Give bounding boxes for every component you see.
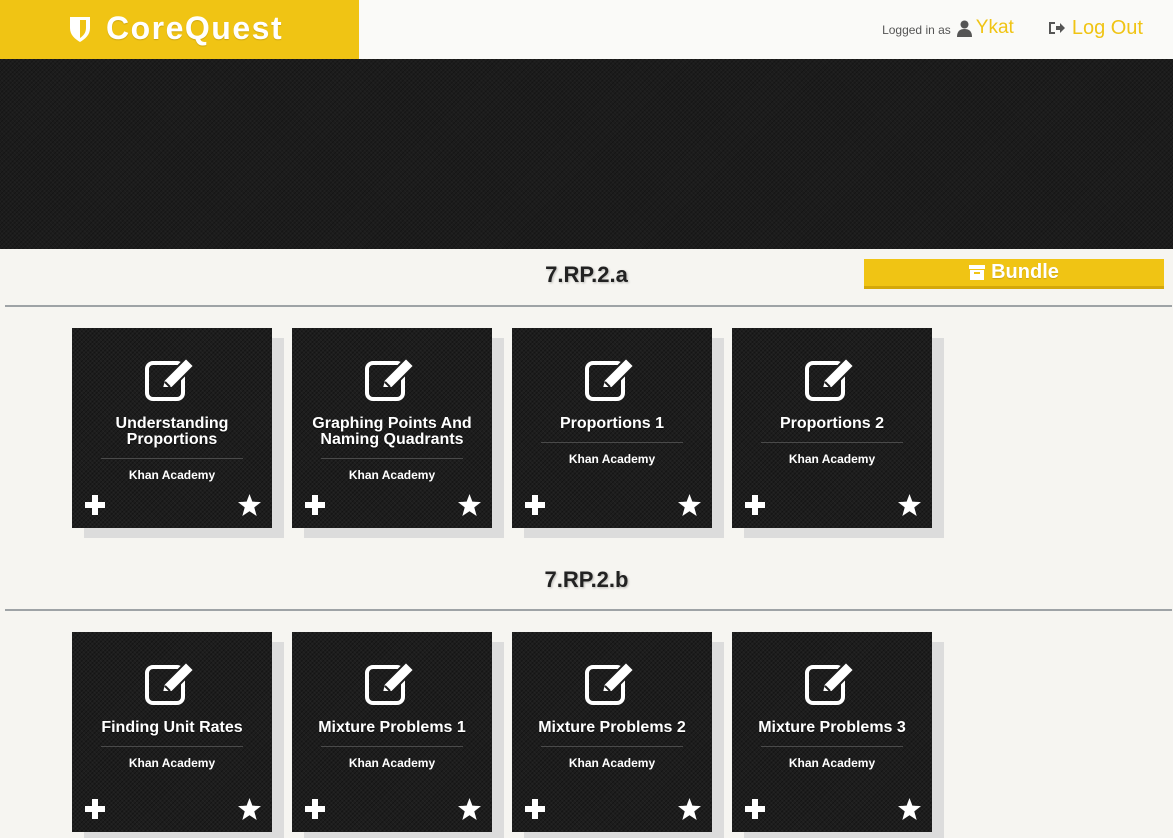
star-icon[interactable] [238,494,261,516]
card-divider [321,458,463,459]
bundle-label: Bundle [991,261,1059,283]
star-icon[interactable] [678,494,701,516]
star-icon[interactable] [458,798,481,820]
card-divider [761,746,903,747]
card-divider [101,746,243,747]
app-title: CoreQuest [106,10,284,46]
section-divider [5,609,1172,611]
card-title: Mixture Problems 1 [318,719,466,736]
edit-icon [365,356,416,401]
card-divider [321,746,463,747]
card-title: Proportions 2 [779,415,884,432]
card-source: Khan Academy [128,756,216,770]
plus-icon[interactable] [305,799,325,819]
logged-in-label: Logged in as [882,23,951,37]
resource-card[interactable]: Finding Unit Rates Khan Academy [72,632,272,832]
edit-icon [585,356,636,401]
shield-icon [70,17,90,42]
edit-icon [365,660,416,705]
card-title: Graphing Points And Naming Quadrants [312,415,472,448]
plus-icon[interactable] [745,495,765,515]
edit-icon [805,356,856,401]
card-grid-7rp2a: Understanding Proportions Khan Academy G… [72,328,932,528]
plus-icon[interactable] [745,799,765,819]
star-icon[interactable] [238,798,261,820]
resource-card[interactable]: Proportions 1 Khan Academy [512,328,712,528]
resource-card[interactable]: Graphing Points And Naming Quadrants Kha… [292,328,492,528]
card-title: Proportions 1 [559,415,664,432]
user-icon [956,20,972,37]
card-title: Finding Unit Rates [101,719,243,736]
card-title: Understanding Proportions [115,415,229,448]
username-link[interactable]: Ykat [976,17,1014,39]
resource-card[interactable]: Mixture Problems 2 Khan Academy [512,632,712,832]
logout-icon [1048,22,1065,34]
card-source: Khan Academy [348,756,436,770]
top-navbar: CoreQuest Logged in as Ykat Log Out [0,0,1173,59]
hero-banner [0,59,1173,249]
card-source: Khan Academy [128,468,216,482]
card-divider [541,746,683,747]
card-grid-7rp2b: Finding Unit Rates Khan Academy Mixture … [72,632,932,832]
logout-link[interactable]: Log Out [1072,17,1143,40]
card-source: Khan Academy [788,452,876,466]
archive-icon [969,265,986,280]
plus-icon[interactable] [85,495,105,515]
star-icon[interactable] [678,798,701,820]
plus-icon[interactable] [525,799,545,819]
edit-icon [145,660,196,705]
card-title: Mixture Problems 2 [538,719,686,736]
resource-card[interactable]: Proportions 2 Khan Academy [732,328,932,528]
card-divider [541,442,683,443]
section-divider [5,305,1172,307]
card-source: Khan Academy [788,756,876,770]
card-divider [101,458,243,459]
resource-card[interactable]: Mixture Problems 3 Khan Academy [732,632,932,832]
card-source: Khan Academy [568,452,656,466]
app-logo[interactable]: CoreQuest [0,0,359,59]
star-icon[interactable] [898,798,921,820]
resource-card[interactable]: Understanding Proportions Khan Academy [72,328,272,528]
plus-icon[interactable] [305,495,325,515]
plus-icon[interactable] [85,799,105,819]
card-title: Mixture Problems 3 [758,719,906,736]
plus-icon[interactable] [525,495,545,515]
section-title-7rp2b: 7.RP.2.b [544,567,629,592]
bundle-button[interactable]: Bundle [864,259,1164,289]
edit-icon [585,660,636,705]
edit-icon [145,356,196,401]
user-area: Logged in as Ykat Log Out [882,14,1143,42]
card-divider [761,442,903,443]
edit-icon [805,660,856,705]
star-icon[interactable] [898,494,921,516]
star-icon[interactable] [458,494,481,516]
card-source: Khan Academy [568,756,656,770]
resource-card[interactable]: Mixture Problems 1 Khan Academy [292,632,492,832]
card-source: Khan Academy [348,468,436,482]
